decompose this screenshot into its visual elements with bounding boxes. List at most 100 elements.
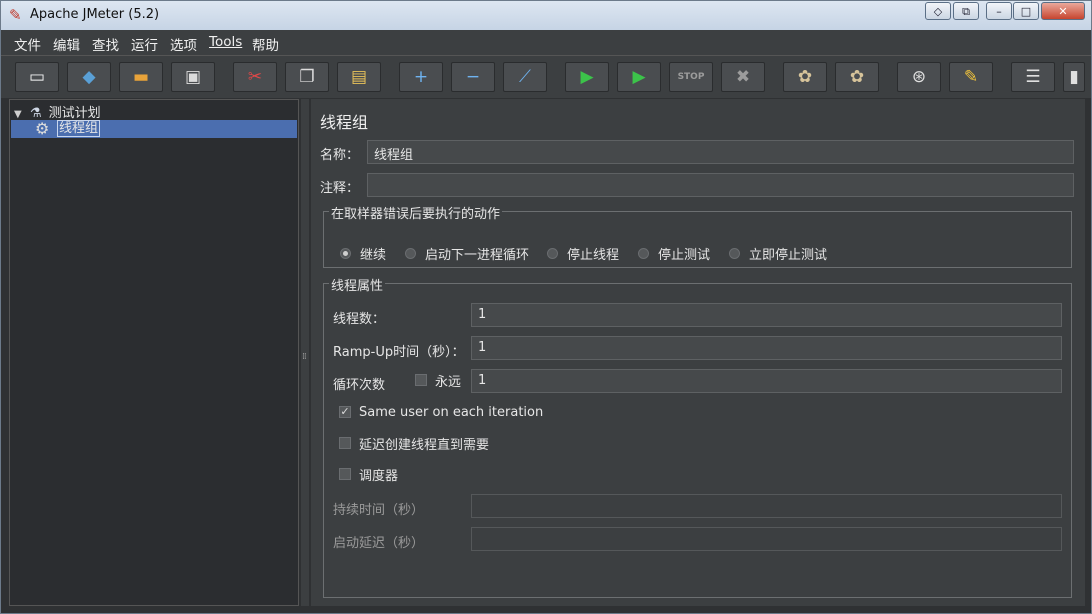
window-title: Apache JMeter (5.2) [30, 7, 160, 22]
radio-label: 停止线程 [567, 247, 620, 263]
threads-field[interactable]: 1 [471, 303, 1062, 327]
cut-icon: ✂ [247, 67, 263, 87]
paste-icon: ▤ [350, 67, 368, 87]
tree-node-test-plan[interactable]: ▼ ⚗ 测试计划 [14, 102, 294, 121]
function-helper-icon: ☰ [1025, 67, 1041, 87]
loop-count-label: 循环次数 [333, 378, 386, 393]
duration-field[interactable] [471, 494, 1062, 518]
gear-icon: ⚙ [35, 119, 50, 138]
menu-file[interactable]: 文件 [14, 34, 41, 54]
radio-stop-thread[interactable]: 停止线程 [547, 245, 620, 263]
checkbox-icon [339, 468, 351, 480]
function-helper-button[interactable]: ☰ [1011, 62, 1055, 92]
collapse-icon: − [465, 67, 481, 87]
on-error-legend: 在取样器错误后要执行的动作 [329, 203, 503, 222]
reset-search-button[interactable]: ✎ [949, 62, 993, 92]
save-icon: ▣ [184, 67, 202, 87]
menu-tools[interactable]: Tools [209, 34, 242, 50]
radio-continue[interactable]: 继续 [340, 245, 386, 263]
new-icon: ▭ [28, 67, 46, 87]
start-no-pauses-icon: ▶ [632, 67, 646, 87]
rampup-field[interactable]: 1 [471, 336, 1062, 360]
loop-count-field[interactable]: 1 [471, 369, 1062, 393]
startup-delay-label: 启动延迟（秒） [333, 536, 425, 551]
new-button[interactable]: ▭ [15, 62, 59, 92]
menu-options[interactable]: 选项 [170, 34, 197, 54]
delay-thread-creation-checkbox[interactable]: 延迟创建线程直到需要 [339, 435, 489, 453]
pin-window-button[interactable]: ⧉ [953, 2, 979, 20]
name-label: 名称： [320, 148, 360, 163]
menu-help[interactable]: 帮助 [252, 34, 279, 54]
thread-group-panel: 线程组 名称： 线程组 注释： 在取样器错误后要执行的动作 继续 启动下一进程循… [311, 99, 1085, 606]
name-field[interactable]: 线程组 [367, 140, 1074, 164]
start-button[interactable]: ▶ [565, 62, 609, 92]
menu-edit[interactable]: 编辑 [53, 34, 80, 54]
panel-title: 线程组 [320, 113, 369, 132]
stop-button[interactable]: STOP [669, 62, 713, 92]
expand-button[interactable]: + [399, 62, 443, 92]
clear-icon: ✿ [797, 67, 813, 87]
checkbox-label: 永远 [435, 374, 462, 390]
clear-all-button[interactable]: ✿ [835, 62, 879, 92]
maximize-button[interactable]: □ [1013, 2, 1039, 20]
start-no-pauses-button[interactable]: ▶ [617, 62, 661, 92]
help-button[interactable]: ▮ [1063, 62, 1085, 92]
tree-node-label: 线程组 [57, 120, 101, 137]
radio-start-next-loop[interactable]: 启动下一进程循环 [405, 245, 529, 263]
menu-bar: 文件 编辑 查找 运行 选项 Tools 帮助 [1, 30, 1091, 55]
stop-icon: STOP [677, 72, 705, 82]
toggle-button[interactable]: ⟋ [503, 62, 547, 92]
duration-label: 持续时间（秒） [333, 503, 425, 518]
thread-properties-legend: 线程属性 [329, 275, 386, 294]
menu-search[interactable]: 查找 [92, 34, 119, 54]
restore-ext-button[interactable]: ◇ [925, 2, 951, 20]
clear-all-icon: ✿ [849, 67, 865, 87]
comment-field[interactable] [367, 173, 1074, 197]
radio-dot-icon [547, 247, 558, 259]
search-icon: ⊛ [911, 67, 927, 87]
close-button[interactable]: ✕ [1041, 2, 1085, 20]
startup-delay-field[interactable] [471, 527, 1062, 551]
start-icon: ▶ [580, 67, 594, 87]
collapse-button[interactable]: − [451, 62, 495, 92]
expand-triangle-icon[interactable]: ▼ [14, 109, 22, 120]
scheduler-checkbox[interactable]: 调度器 [339, 466, 399, 484]
tree-node-thread-group[interactable]: ⚙ 线程组 [11, 119, 297, 138]
cut-button[interactable]: ✂ [233, 62, 277, 92]
menu-run[interactable]: 运行 [131, 34, 158, 54]
radio-stop-test-now[interactable]: 立即停止测试 [729, 245, 828, 263]
search-button[interactable]: ⊛ [897, 62, 941, 92]
copy-button[interactable]: ❐ [285, 62, 329, 92]
on-error-group: 在取样器错误后要执行的动作 继续 启动下一进程循环 停止线程 停止测试 立即停止… [323, 203, 1072, 268]
thread-properties-group: 线程属性 线程数： 1 Ramp-Up时间（秒）： 1 循环次数 永远 1 ✓ … [323, 275, 1072, 598]
radio-label: 立即停止测试 [749, 247, 828, 263]
templates-button[interactable]: ◆ [67, 62, 111, 92]
tree-node-label: 测试计划 [48, 106, 101, 121]
minimize-button[interactable]: – [986, 2, 1012, 20]
checkmark-icon: ✓ [339, 405, 351, 418]
save-button[interactable]: ▣ [171, 62, 215, 92]
open-button[interactable]: ▬ [119, 62, 163, 92]
radio-dot-icon [638, 247, 649, 259]
shutdown-icon: ✖ [735, 67, 751, 87]
paste-button[interactable]: ▤ [337, 62, 381, 92]
radio-stop-test[interactable]: 停止测试 [638, 245, 711, 263]
expand-icon: + [413, 67, 429, 87]
copy-icon: ❐ [299, 67, 315, 87]
clear-button[interactable]: ✿ [783, 62, 827, 92]
comment-label: 注释： [320, 181, 360, 196]
splitter-grip-icon: ⁞⁞ [302, 352, 307, 362]
radio-dot-icon [405, 247, 416, 259]
test-plan-tree: ▼ ⚗ 测试计划 ⚙ 线程组 [9, 99, 299, 606]
radio-dot-icon [729, 247, 740, 259]
radio-label: 停止测试 [658, 247, 711, 263]
toggle-icon: ⟋ [519, 67, 531, 87]
forever-checkbox[interactable]: 永远 [415, 372, 462, 390]
rampup-label: Ramp-Up时间（秒）： [333, 345, 465, 360]
same-user-checkbox[interactable]: ✓ Same user on each iteration [339, 404, 543, 420]
checkbox-icon [415, 374, 427, 386]
split-pane-divider[interactable]: ⁞⁞ [301, 99, 309, 606]
checkbox-label: 调度器 [359, 468, 399, 484]
templates-icon: ◆ [82, 67, 96, 87]
shutdown-button[interactable]: ✖ [721, 62, 765, 92]
